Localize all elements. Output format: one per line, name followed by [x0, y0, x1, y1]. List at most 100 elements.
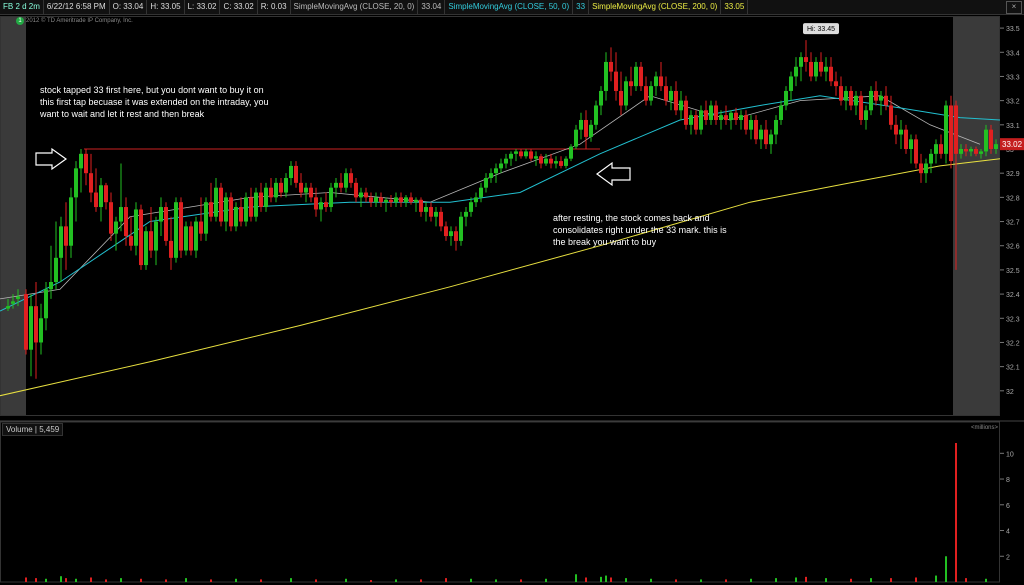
candle-body — [269, 187, 273, 198]
volume-bar — [520, 579, 522, 582]
candle-body — [404, 197, 408, 203]
ma50-line — [0, 95, 1001, 312]
candle — [759, 124, 763, 149]
candle — [304, 182, 308, 203]
candle — [884, 86, 888, 111]
ma200-line — [0, 158, 1001, 397]
candle-body — [164, 207, 168, 241]
candle — [149, 207, 153, 258]
candle — [699, 105, 703, 135]
candle-body — [159, 207, 163, 222]
candle-body — [454, 231, 458, 241]
candle-body — [784, 90, 788, 106]
candle-body — [49, 282, 53, 290]
candle — [894, 115, 898, 145]
volume-bar — [395, 579, 397, 582]
candle — [279, 178, 283, 198]
candle — [679, 90, 683, 120]
volume-bar — [290, 578, 292, 582]
candle-body — [459, 216, 463, 241]
candle-body — [224, 197, 228, 222]
candle — [629, 66, 633, 96]
candle-body — [749, 119, 753, 130]
candle — [379, 192, 383, 208]
candle — [254, 187, 258, 222]
candle-body — [634, 66, 638, 87]
candle — [74, 161, 78, 222]
candle — [319, 197, 323, 222]
candle-body — [604, 61, 608, 91]
candle — [244, 192, 248, 227]
volume-tick-label: 6 — [1006, 503, 1010, 510]
candle — [519, 149, 523, 159]
candle-body — [294, 165, 298, 183]
candle — [714, 100, 718, 125]
high-marker-label: Hi: 33.45 — [807, 26, 835, 33]
candle-body — [499, 163, 503, 169]
candle-body — [794, 66, 798, 77]
candle — [189, 221, 193, 256]
candle — [424, 202, 428, 222]
candle-body — [99, 185, 103, 208]
candle-body — [119, 207, 123, 222]
price-tick-label: 32.8 — [1006, 195, 1020, 202]
candle — [69, 187, 73, 258]
candle-body — [744, 115, 748, 130]
volume-bar — [965, 578, 967, 582]
candle-body — [644, 86, 648, 101]
candle — [259, 182, 263, 212]
candle-body — [754, 119, 758, 140]
candle-body — [654, 76, 658, 87]
candle — [134, 202, 138, 256]
candle — [724, 105, 728, 125]
candle — [34, 282, 38, 379]
candle-body — [649, 86, 653, 101]
volume-bar — [750, 578, 752, 582]
candle — [949, 95, 953, 169]
candle — [39, 303, 43, 355]
candle-body — [179, 202, 183, 251]
candle-body — [529, 151, 533, 159]
candle-body — [214, 187, 218, 217]
candle-body — [209, 202, 213, 217]
candle-body — [609, 61, 613, 72]
candle-body — [324, 202, 328, 208]
candle-body — [409, 197, 413, 203]
candle-body — [429, 207, 433, 217]
candle-body — [914, 139, 918, 164]
price-tick-label: 32.6 — [1006, 244, 1020, 251]
premarket-shade — [0, 16, 26, 415]
candle-body — [74, 168, 78, 198]
candle — [99, 178, 103, 222]
candle-body — [414, 199, 418, 203]
candle — [754, 115, 758, 145]
candle — [729, 110, 733, 130]
volume-bar — [605, 575, 607, 582]
volume-bar — [495, 579, 497, 582]
volume-panel: 10 8 6 4 2 — [0, 420, 1024, 583]
candle — [409, 192, 413, 205]
candle-body — [534, 156, 538, 159]
candle — [774, 115, 778, 145]
volume-bar — [725, 579, 727, 582]
candle-body — [929, 153, 933, 164]
price-tick-label: 32.7 — [1006, 220, 1020, 227]
candle-body — [379, 197, 383, 203]
copyright-notice: 1 2012 © TD Ameritrade IP Company, Inc. — [16, 17, 133, 25]
volume-title: Volume — [6, 425, 33, 434]
volume-bar — [850, 578, 852, 582]
volume-panel-frame — [0, 421, 1000, 583]
candle-body — [824, 66, 828, 72]
candle — [644, 76, 648, 106]
volume-bar — [185, 578, 187, 582]
candle — [649, 81, 653, 106]
candle-body — [494, 168, 498, 174]
candle — [914, 134, 918, 169]
candle — [844, 86, 848, 111]
candle-body — [304, 187, 308, 193]
candle — [454, 226, 458, 251]
candle — [344, 168, 348, 193]
candle — [639, 61, 643, 91]
candle — [539, 153, 543, 169]
candle-body — [474, 197, 478, 203]
